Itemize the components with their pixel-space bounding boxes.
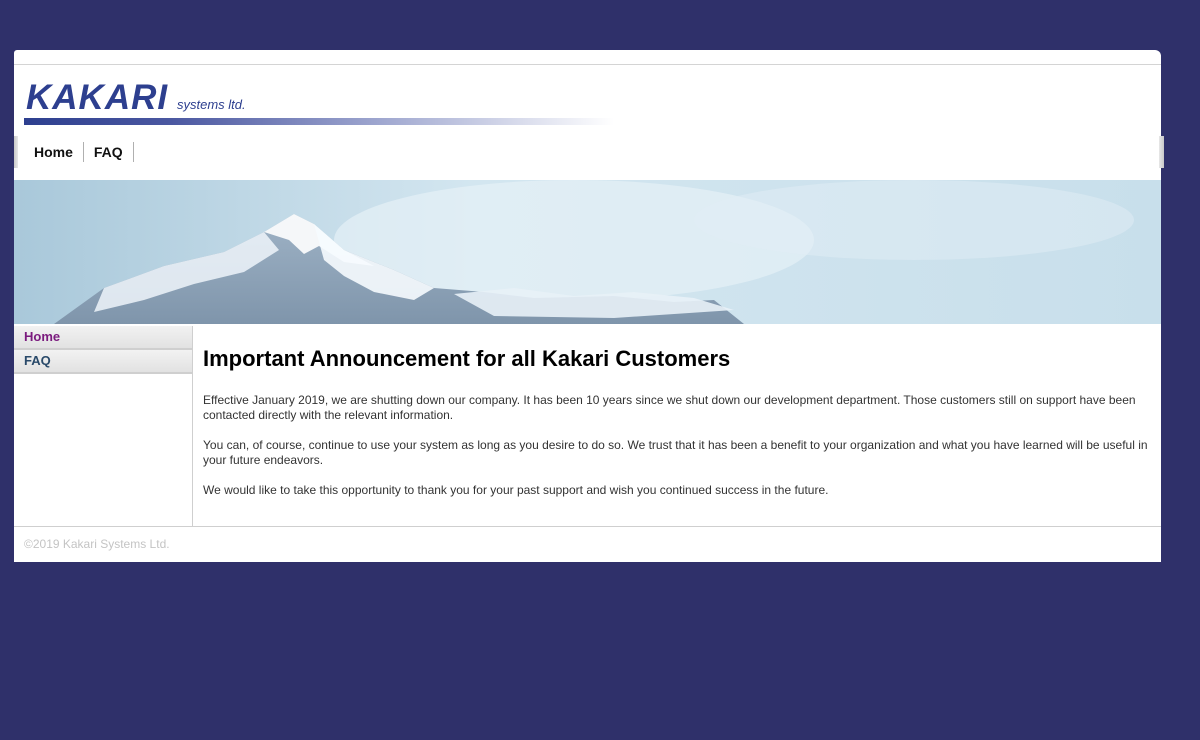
- announcement-paragraph-3: We would like to take this opportunity t…: [203, 483, 829, 497]
- page-container: KAKARI systems ltd. Home FAQ Home FAQ Im…: [14, 50, 1164, 562]
- announcement-paragraph-1: Effective January 2019, we are shutting …: [203, 393, 1136, 422]
- top-nav-items: Home FAQ: [24, 142, 134, 162]
- top-divider: [14, 64, 1161, 65]
- sidebar-item-faq[interactable]: FAQ: [14, 350, 192, 374]
- top-nav-faq-link[interactable]: FAQ: [84, 142, 134, 162]
- footer-copyright: ©2019 Kakari Systems Ltd.: [24, 537, 170, 551]
- brand-underline: [24, 118, 614, 125]
- sidebar-item-home[interactable]: Home: [14, 326, 192, 350]
- announcement-paragraph-2: You can, of course, continue to use your…: [203, 438, 1148, 467]
- footer-divider: [14, 526, 1161, 527]
- brand-tagline: systems ltd.: [177, 97, 246, 112]
- sidebar-navigation: Home FAQ: [14, 326, 193, 526]
- mountain-illustration: [14, 180, 1161, 324]
- page-title: Important Announcement for all Kakari Cu…: [203, 346, 731, 371]
- main-content: Important Announcement for all Kakari Cu…: [203, 326, 1148, 498]
- mountain-banner-image: [14, 180, 1161, 324]
- top-nav-home-link[interactable]: Home: [24, 142, 84, 162]
- nav-right-cap: [1159, 136, 1164, 168]
- brand-logo[interactable]: KAKARI systems ltd.: [24, 78, 624, 128]
- nav-left-cap: [14, 136, 18, 168]
- brand-name: KAKARI: [26, 78, 169, 117]
- top-navigation: Home FAQ: [14, 136, 1164, 168]
